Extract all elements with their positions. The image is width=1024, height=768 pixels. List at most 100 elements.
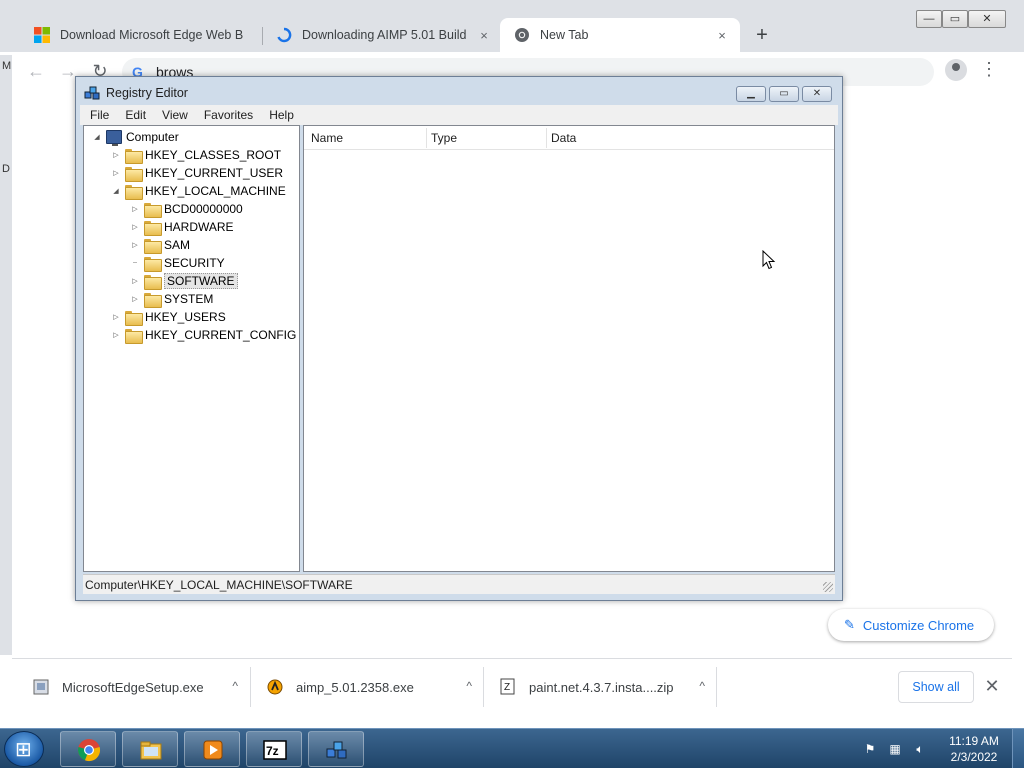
taskbar-7zip[interactable]: 7z [246, 731, 302, 767]
tab-title: Downloading AIMP 5.01 Build 23 [302, 28, 468, 42]
chrome-logo-icon [515, 28, 529, 42]
menu-edit[interactable]: Edit [115, 108, 152, 122]
taskbar-file-explorer[interactable] [122, 731, 178, 767]
menu-file[interactable]: File [80, 108, 115, 122]
tree-node-hklm[interactable]: ◢ HKEY_LOCAL_MACHINE [111, 182, 286, 200]
new-tab-button[interactable]: + [752, 24, 772, 46]
taskbar-media-player[interactable] [184, 731, 240, 767]
resize-grip[interactable] [823, 582, 833, 592]
tree-node-hku[interactable]: ▷ HKEY_USERS [111, 308, 226, 326]
tree-node-computer[interactable]: ◢ Computer [92, 128, 179, 146]
tree-node-hkcu[interactable]: ▷ HKEY_CURRENT_USER [111, 164, 283, 182]
column-header: Name Type Data [304, 126, 834, 150]
tree-node-software[interactable]: ▷ SOFTWARE [130, 272, 238, 290]
column-data[interactable]: Data [551, 131, 576, 145]
tree-node-hardware[interactable]: ▷ HARDWARE [130, 218, 234, 236]
tree-node-system[interactable]: ▷ SYSTEM [130, 290, 213, 308]
regedit-minimize-button[interactable]: ▁ [736, 86, 766, 102]
column-divider[interactable] [546, 128, 547, 148]
tree-node-label: HKEY_CURRENT_USER [145, 166, 284, 180]
tab-aimp-download[interactable]: Downloading AIMP 5.01 Build 23 × [262, 18, 502, 52]
svg-text:Z: Z [504, 682, 510, 693]
chrome-close-button[interactable]: ✕ [968, 10, 1006, 28]
chevron-up-icon[interactable]: ^ [699, 679, 705, 693]
download-item[interactable]: Z paint.net.4.3.7.insta....zip ^ [499, 659, 705, 715]
chevron-up-icon[interactable]: ^ [232, 679, 238, 693]
menu-help[interactable]: Help [259, 108, 300, 122]
tab-close-icon[interactable]: × [714, 28, 730, 43]
chrome-menu-button[interactable]: ⋮ [980, 59, 998, 81]
regedit-statusbar: Computer\HKEY_LOCAL_MACHINE\SOFTWARE [83, 574, 835, 594]
folder-icon [144, 238, 162, 254]
download-divider [250, 667, 251, 707]
clock[interactable]: 11:19 AM 2/3/2022 [940, 733, 1008, 765]
taskbar-registry-editor[interactable] [308, 731, 364, 767]
tab-close-icon[interactable]: × [476, 28, 492, 43]
values-list[interactable]: Name Type Data [303, 125, 835, 572]
chrome-minimize-button[interactable]: — [916, 10, 942, 28]
download-item[interactable]: MicrosoftEdgeSetup.exe ^ [32, 659, 238, 715]
regedit-maximize-button[interactable]: ▭ [769, 86, 799, 102]
expand-arrow-icon[interactable]: ▷ [111, 151, 121, 159]
menu-favorites[interactable]: Favorites [194, 108, 259, 122]
expand-arrow-icon[interactable]: ▷ [130, 223, 140, 231]
collapse-arrow-icon[interactable]: ◢ [111, 187, 121, 195]
tab-new-tab[interactable]: New Tab × [500, 18, 740, 52]
column-type[interactable]: Type [431, 131, 457, 145]
folder-icon [144, 292, 162, 308]
tree-node-label: SYSTEM [164, 292, 214, 306]
tree-node-hkcr[interactable]: ▷ HKEY_CLASSES_ROOT [111, 146, 281, 164]
show-all-button[interactable]: Show all [898, 671, 974, 703]
expand-arrow-icon[interactable]: ▷ [130, 295, 140, 303]
status-path: Computer\HKEY_LOCAL_MACHINE\SOFTWARE [85, 578, 353, 592]
tab-title: New Tab [540, 28, 589, 42]
taskbar: 7z ⚑ ▦ 🔈︎ 11:19 AM 2/3/2022 [0, 728, 1024, 768]
profile-avatar-icon[interactable] [945, 59, 967, 81]
tree-node-security[interactable]: ┈ SECURITY [130, 254, 225, 272]
close-downloads-icon[interactable]: ✕ [984, 675, 1000, 697]
expand-arrow-icon[interactable]: ▷ [130, 241, 140, 249]
show-desktop-button[interactable] [1012, 729, 1024, 768]
download-filename: aimp_5.01.2358.exe [296, 679, 414, 695]
network-icon[interactable]: ▦ [887, 741, 903, 757]
regedit-titlebar[interactable]: Registry Editor [84, 85, 188, 101]
start-button[interactable] [4, 731, 44, 767]
customize-chrome-button[interactable]: ✎ Customize Chrome [828, 609, 994, 641]
tree-node-label: HKEY_USERS [145, 310, 226, 324]
expand-arrow-icon[interactable]: ▷ [111, 331, 121, 339]
column-name[interactable]: Name [311, 131, 343, 145]
registry-tree[interactable]: ◢ Computer ▷ HKEY_CLASSES_ROOT ▷ HKEY_CU… [83, 125, 300, 572]
zip-file-icon: Z [500, 678, 515, 695]
regedit-title: Registry Editor [106, 86, 188, 100]
expand-arrow-icon[interactable]: ▷ [130, 205, 140, 213]
expand-arrow-icon[interactable]: ▷ [111, 313, 121, 321]
tree-node-sam[interactable]: ▷ SAM [130, 236, 190, 254]
expand-arrow-icon[interactable]: ▷ [130, 277, 140, 285]
chrome-maximize-button[interactable]: ▭ [942, 10, 968, 28]
chevron-up-icon[interactable]: ^ [466, 679, 472, 693]
expand-arrow-icon[interactable]: ▷ [111, 169, 121, 177]
chrome-logo-icon [78, 739, 101, 762]
action-center-icon[interactable]: ⚑ [862, 741, 878, 757]
tree-node-bcd[interactable]: ▷ BCD00000000 [130, 200, 243, 218]
tab-edge-download[interactable]: Download Microsoft Edge Web B [20, 18, 262, 52]
folder-icon [144, 220, 162, 236]
download-item[interactable]: aimp_5.01.2358.exe ^ [266, 659, 472, 715]
customize-chrome-label: Customize Chrome [862, 617, 975, 633]
clock-time: 11:19 AM [949, 734, 999, 748]
installer-file-icon [33, 679, 49, 695]
loading-spinner-icon [277, 27, 292, 43]
clock-date: 2/3/2022 [950, 750, 998, 764]
tree-node-hkcc[interactable]: ▷ HKEY_CURRENT_CONFIG [111, 326, 296, 344]
tree-node-label: HKEY_CURRENT_CONFIG [145, 328, 297, 342]
tree-node-label: SAM [164, 238, 191, 252]
regedit-close-button[interactable]: ✕ [802, 86, 832, 102]
tree-node-label: SECURITY [164, 256, 225, 270]
collapse-arrow-icon[interactable]: ◢ [92, 133, 102, 141]
back-button[interactable]: ← [24, 60, 48, 82]
folder-icon [125, 310, 143, 326]
column-divider[interactable] [426, 128, 427, 148]
taskbar-chrome[interactable] [60, 731, 116, 767]
menu-view[interactable]: View [152, 108, 194, 122]
volume-icon[interactable]: 🔈︎ [912, 741, 928, 757]
